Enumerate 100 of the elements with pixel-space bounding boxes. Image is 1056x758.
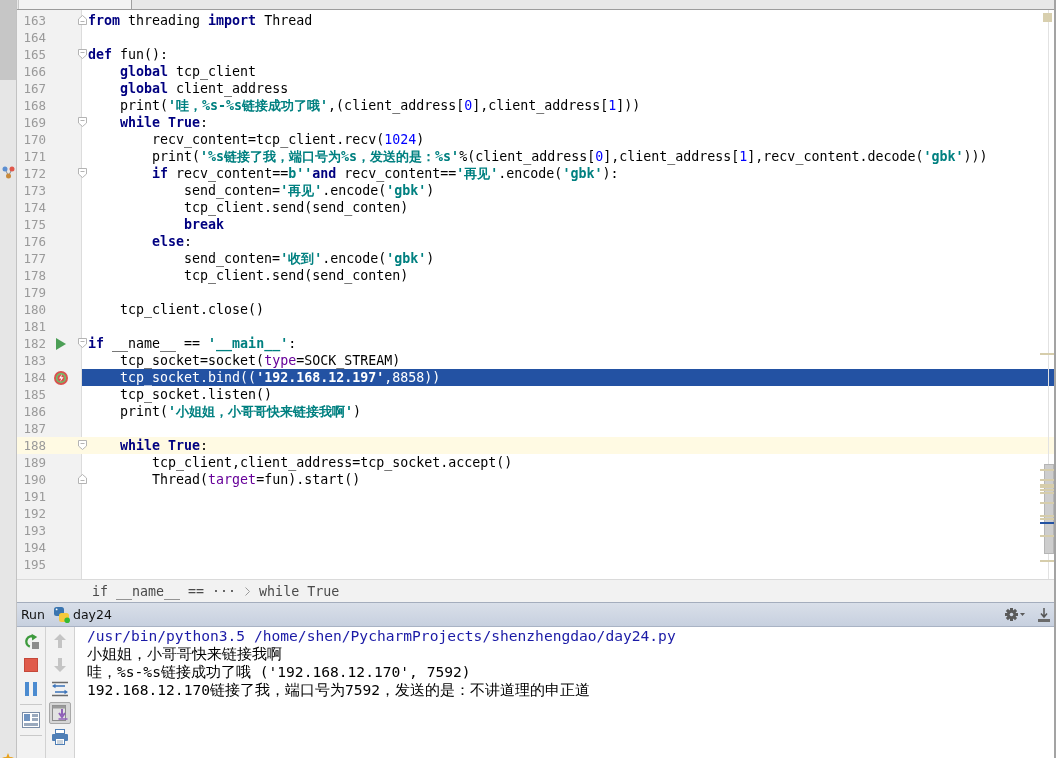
- code-line: print('%s链接了我，端口号为%s，发送的是：%s'%(client_address[0],client_address[1],recv_content.decode('gbk'))): [151, 148, 988, 165]
- printer-icon: [52, 729, 68, 745]
- code-line: while True:: [119, 114, 209, 131]
- hide-button[interactable]: [1038, 606, 1050, 623]
- console-line: 小姐姐，小哥哥快来链接我啊: [87, 645, 282, 663]
- console-line: /usr/bin/python3.5 /home/shen/PycharmProjects/shenzhengdao/day24.py: [87, 627, 676, 645]
- settings-button[interactable]: [1005, 606, 1025, 623]
- script-icon: [53, 606, 70, 623]
- caret-icon: [1020, 613, 1025, 616]
- line-number: 194: [23, 540, 46, 555]
- breadcrumb-item[interactable]: if __name__ == ···: [92, 583, 237, 599]
- arrow-up-icon: [54, 634, 66, 648]
- error-stripe-mark: [1040, 353, 1054, 355]
- arrow-down-icon: [54, 658, 66, 672]
- wrap-lines-icon: [52, 681, 68, 697]
- structure-icon[interactable]: [1, 166, 15, 179]
- fold-icon[interactable]: [78, 168, 87, 178]
- line-number: 164: [23, 30, 46, 45]
- breakpoint-icon[interactable]: [54, 370, 68, 385]
- error-stripe-mark: [1040, 469, 1054, 471]
- line-number: 195: [23, 557, 46, 572]
- line-number: 165: [23, 47, 46, 62]
- code-line: print('小姐姐，小哥哥快来链接我啊'): [119, 403, 362, 420]
- code-line: if __name__ == '__main__':: [88, 335, 297, 352]
- fold-icon[interactable]: [78, 338, 87, 348]
- error-stripe-mark: [1040, 479, 1054, 481]
- line-number: 173: [23, 183, 46, 198]
- code-line: tcp_client.close(): [119, 301, 265, 318]
- line-number: 191: [23, 489, 46, 504]
- pause-icon: [25, 682, 37, 696]
- code-line: send_conten='再见'.encode('gbk'): [183, 182, 435, 199]
- console-line: 哇，%s-%s链接成功了哦 ('192.168.12.170', 7592): [87, 663, 471, 681]
- code-line: recv_content=tcp_client.recv(1024): [151, 131, 425, 148]
- line-number: 176: [23, 234, 46, 249]
- line-number: 167: [23, 81, 46, 96]
- line-number: 181: [23, 319, 46, 334]
- line-number: 190: [23, 472, 46, 487]
- console-line: 192.168.12.170链接了我，端口号为7592，发送的是：不讲道理的申正道: [87, 681, 591, 699]
- code-line: tcp_socket=socket(type=SOCK_STREAM): [119, 352, 401, 369]
- print-button[interactable]: [49, 726, 71, 748]
- line-number: 180: [23, 302, 46, 317]
- rerun-icon: [23, 633, 39, 649]
- error-stripe-mark: [1040, 560, 1054, 562]
- code-line: while True:: [119, 437, 209, 454]
- line-number: 163: [23, 13, 46, 28]
- line-number: 172: [23, 166, 46, 181]
- scroll-to-end-button[interactable]: [49, 702, 71, 724]
- line-number: 169: [23, 115, 46, 130]
- line-number: 177: [23, 251, 46, 266]
- code-line: send_conten='收到'.encode('gbk'): [183, 250, 435, 267]
- layout-icon: [22, 712, 40, 728]
- line-number: 183: [23, 353, 46, 368]
- line-number: 168: [23, 98, 46, 113]
- line-number: 179: [23, 285, 46, 300]
- code-line: global tcp_client: [119, 63, 257, 80]
- error-stripe-mark: [1040, 522, 1054, 524]
- layout-button[interactable]: [20, 709, 42, 731]
- error-stripe-mark: [1040, 502, 1054, 504]
- fold-icon[interactable]: [78, 474, 87, 484]
- panel-title: Run: [21, 607, 45, 622]
- scroll-end-icon: [52, 705, 68, 721]
- code-line: tcp_client,client_address=tcp_socket.accept(): [151, 454, 513, 471]
- line-number: 171: [23, 149, 46, 164]
- error-stripe-mark: [1040, 535, 1054, 537]
- line-number: 170: [23, 132, 46, 147]
- code-line: from threading import Thread: [88, 12, 313, 29]
- code-line: def fun():: [88, 46, 169, 63]
- arrow-to-line-icon: [1038, 607, 1050, 622]
- code-line: tcp_socket.bind(('192.168.12.197',8858)): [119, 369, 441, 386]
- fold-icon[interactable]: [78, 117, 87, 127]
- line-number: 189: [23, 455, 46, 470]
- code-line: global client_address: [119, 80, 289, 97]
- line-number: 187: [23, 421, 46, 436]
- settings-icon: [1005, 608, 1018, 621]
- code-line: tcp_client.send(send_conten): [183, 267, 409, 284]
- run-icon[interactable]: [56, 337, 66, 350]
- line-number: 186: [23, 404, 46, 419]
- chevron-right-icon: [245, 586, 251, 596]
- line-number: 166: [23, 64, 46, 79]
- code-line: Thread(target=fun).start(): [151, 471, 361, 488]
- code-line: print('哇，%s-%s链接成功了哦',(client_address[0],client_address[1])): [119, 97, 641, 114]
- fold-icon[interactable]: [78, 440, 87, 450]
- run-configuration-tab[interactable]: day24: [72, 607, 112, 622]
- code-line: tcp_client.send(send_conten): [183, 199, 409, 216]
- line-number: 182: [23, 336, 46, 351]
- stop-icon: [24, 658, 38, 672]
- line-number: 184: [23, 370, 46, 385]
- code-line: if recv_content==b''and recv_content=='再见'.encode('gbk'):: [151, 165, 619, 182]
- fold-icon[interactable]: [78, 15, 87, 25]
- line-number: 192: [23, 506, 46, 521]
- line-number: 193: [23, 523, 46, 538]
- fold-icon[interactable]: [78, 49, 87, 59]
- code-line: tcp_socket.listen(): [119, 386, 273, 403]
- line-number: 178: [23, 268, 46, 283]
- line-number: 185: [23, 387, 46, 402]
- code-line: break: [183, 216, 225, 233]
- line-number: 174: [23, 200, 46, 215]
- star-icon[interactable]: [2, 753, 14, 758]
- breadcrumb-item[interactable]: while True: [259, 583, 340, 599]
- line-number: 188: [23, 438, 46, 453]
